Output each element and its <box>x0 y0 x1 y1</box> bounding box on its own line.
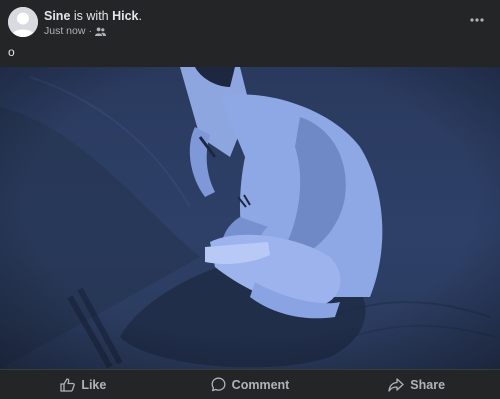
share-button[interactable]: Share <box>333 370 500 399</box>
more-options-button[interactable] <box>466 10 488 30</box>
post-header: Sine is with Hick. Just now · <box>0 0 500 42</box>
comment-label: Comment <box>231 377 290 392</box>
author-name[interactable]: Sine <box>44 9 70 23</box>
feed-post: Sine is with Hick. Just now · o Like Com… <box>0 0 500 398</box>
share-arrow-icon <box>388 377 404 392</box>
thumbs-up-icon <box>60 377 76 392</box>
meta-separator: · <box>88 25 92 37</box>
post-caption: o <box>8 45 15 59</box>
like-label: Like <box>81 377 107 392</box>
comment-button[interactable]: Comment <box>167 370 334 399</box>
punctuation: . <box>138 9 142 23</box>
like-button[interactable]: Like <box>0 370 167 399</box>
beach-photo-image <box>0 67 500 369</box>
share-label: Share <box>410 377 446 392</box>
post-meta: Just now · <box>44 25 106 37</box>
friends-icon[interactable] <box>94 27 106 36</box>
with-text: is with <box>73 9 109 23</box>
comment-bubble-icon <box>211 377 226 392</box>
more-dots-icon <box>470 18 484 22</box>
timestamp[interactable]: Just now <box>44 25 85 37</box>
tagged-name[interactable]: Hick <box>112 9 138 23</box>
post-photo[interactable] <box>0 67 500 369</box>
post-actions: Like Comment Share <box>0 369 500 399</box>
author-line: Sine is with Hick. <box>44 9 142 23</box>
default-avatar-icon <box>8 7 38 37</box>
avatar[interactable] <box>8 7 38 37</box>
